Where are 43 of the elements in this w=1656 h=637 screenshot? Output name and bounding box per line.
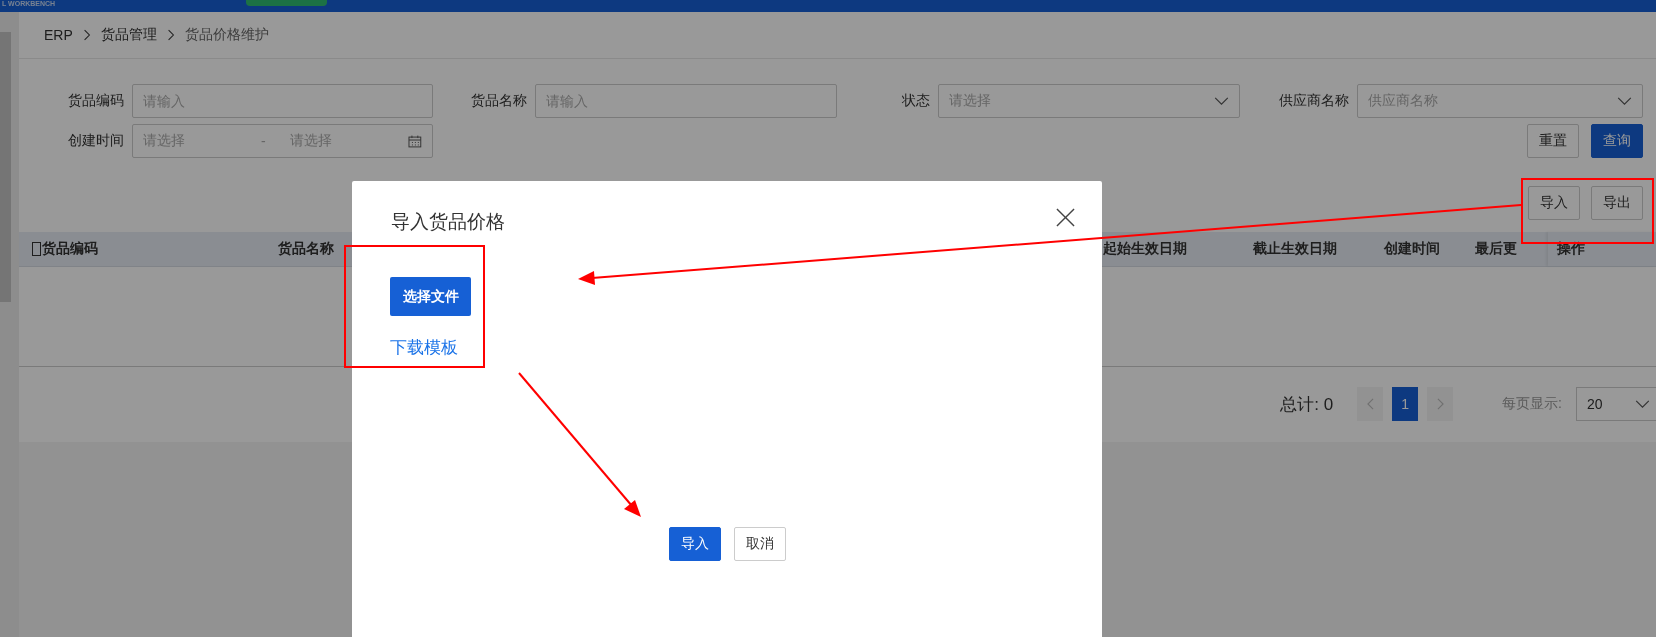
download-template-link[interactable]: 下载模板 bbox=[390, 336, 458, 359]
chevron-left-icon bbox=[1366, 398, 1374, 410]
nav-tab[interactable] bbox=[246, 0, 327, 6]
next-page-button[interactable] bbox=[1427, 387, 1454, 421]
field-label: 创建时间 bbox=[67, 132, 125, 150]
total-count: 总计: 0 bbox=[1280, 393, 1334, 416]
page-number[interactable]: 1 bbox=[1392, 387, 1419, 421]
scrollbar-thumb[interactable] bbox=[0, 32, 11, 302]
field-label: 货品名称 bbox=[470, 92, 528, 110]
reset-button[interactable]: 重置 bbox=[1527, 124, 1579, 158]
field-label: 状态 bbox=[901, 92, 931, 110]
column-header: 货品编码 bbox=[42, 240, 98, 258]
chevron-right-icon bbox=[1436, 398, 1444, 410]
column-header: 最后更 bbox=[1475, 240, 1517, 258]
search-button[interactable]: 查询 bbox=[1591, 124, 1643, 158]
chevron-right-icon bbox=[82, 29, 91, 41]
import-button[interactable]: 导入 bbox=[1528, 186, 1580, 220]
close-icon[interactable] bbox=[1056, 208, 1075, 227]
column-header: 截止生效日期 bbox=[1253, 240, 1337, 258]
import-confirm-button[interactable]: 导入 bbox=[668, 527, 721, 561]
page-size-select[interactable]: 20 bbox=[1576, 387, 1656, 421]
scrollbar[interactable] bbox=[0, 12, 19, 637]
choose-file-button[interactable]: 选择文件 bbox=[390, 277, 471, 316]
column-header: 创建时间 bbox=[1384, 240, 1440, 258]
chevron-down-icon bbox=[1214, 96, 1229, 106]
field-label: 供应商名称 bbox=[1278, 92, 1350, 110]
page-size-label: 每页显示: bbox=[1502, 395, 1562, 413]
export-button[interactable]: 导出 bbox=[1591, 186, 1643, 220]
field-label: 货品编码 bbox=[67, 92, 125, 110]
chevron-down-icon bbox=[1617, 96, 1632, 106]
breadcrumb-item[interactable]: 货品管理 bbox=[100, 26, 157, 44]
chevron-down-icon bbox=[1635, 399, 1650, 409]
column-header: 起始生效日期 bbox=[1103, 240, 1187, 258]
calendar-icon bbox=[408, 134, 422, 148]
previous-page-button[interactable] bbox=[1357, 387, 1384, 421]
range-separator: - bbox=[260, 133, 267, 149]
column-header: 货品名称 bbox=[278, 240, 334, 258]
breadcrumb-item: 货品价格维护 bbox=[184, 26, 269, 44]
chevron-right-icon bbox=[166, 29, 175, 41]
cancel-button[interactable]: 取消 bbox=[733, 527, 786, 561]
dialog-title: 导入货品价格 bbox=[391, 210, 505, 234]
checkbox-icon[interactable] bbox=[32, 242, 41, 256]
breadcrumb-item[interactable]: ERP bbox=[44, 27, 73, 43]
